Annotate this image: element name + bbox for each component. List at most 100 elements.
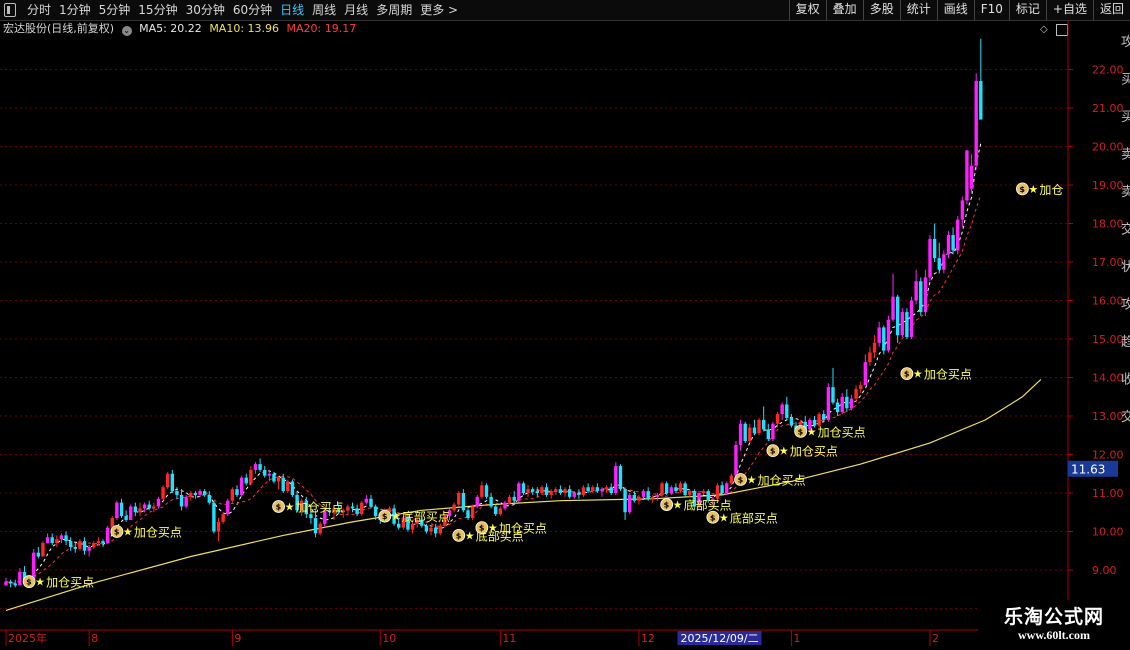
candle: [202, 489, 207, 497]
candle-body: [96, 541, 101, 544]
candle: [734, 441, 738, 478]
dollar-icon: $: [276, 502, 282, 511]
candle: [909, 296, 914, 339]
candle: [969, 154, 974, 193]
candle-body: [591, 487, 595, 492]
candle: [244, 473, 248, 486]
candle-body: [119, 502, 124, 517]
candle: [914, 269, 918, 305]
y-tick-labels: 8.009.0010.0011.0012.0013.0014.0015.0016…: [1092, 64, 1124, 616]
candle-body: [470, 506, 475, 519]
x-tick-label: 12: [641, 632, 655, 645]
y-tick-label: 20.00: [1092, 141, 1124, 154]
candle-body: [831, 387, 835, 403]
star-icon: ★: [391, 510, 401, 523]
candle: [877, 321, 881, 347]
watermark: 乐淘公式网 www.60lt.com: [978, 600, 1130, 650]
signal-label: 加仓买点: [818, 425, 866, 439]
candle-body: [895, 296, 900, 336]
candle-body: [156, 498, 161, 507]
candle-body: [373, 506, 378, 517]
candle-body: [286, 481, 290, 492]
candle: [452, 502, 456, 513]
candle-body: [45, 537, 50, 544]
candle: [96, 537, 101, 545]
candle-body: [845, 396, 849, 409]
candle-body: [189, 493, 193, 497]
candle: [544, 483, 549, 497]
candle-body: [290, 481, 295, 495]
candle: [138, 502, 142, 517]
candle-body: [276, 477, 281, 482]
candle: [318, 521, 322, 536]
x-tick-label: 8: [91, 632, 98, 645]
candle-body: [364, 498, 369, 503]
buy-signal: $ ★ 加仓买点: [734, 473, 806, 488]
x-tick-label: 2: [932, 632, 939, 645]
candle: [761, 406, 766, 432]
candle: [835, 398, 840, 416]
dollar-icon: $: [770, 447, 776, 456]
candle: [637, 494, 641, 505]
candle-body: [549, 491, 553, 495]
candle-body: [826, 387, 831, 420]
candle-body: [785, 404, 789, 418]
candle-body: [484, 485, 489, 497]
candle: [965, 150, 969, 205]
candle-body: [942, 254, 946, 270]
candle: [13, 579, 17, 588]
candle: [494, 504, 498, 517]
candle: [212, 500, 216, 534]
candle-body: [632, 494, 637, 501]
candle-body: [581, 487, 586, 495]
y-tick-label: 9.00: [1092, 564, 1117, 577]
candle: [766, 423, 770, 442]
candle-body: [526, 489, 530, 493]
candle: [785, 396, 789, 420]
candle-body: [729, 475, 734, 484]
candle-body: [674, 487, 678, 492]
candle-body: [563, 489, 567, 493]
candle: [863, 354, 868, 386]
x-axis-labels: 2025年 8 9 10 11 12 2025/12/09/二 1 2: [5, 630, 939, 646]
candle: [230, 487, 235, 503]
y-tick-label: 15.00: [1092, 333, 1124, 346]
x-tick-label: 9: [234, 632, 241, 645]
candle-body: [452, 504, 456, 511]
candle: [951, 227, 955, 255]
candle: [286, 479, 290, 493]
candle: [170, 469, 175, 493]
candle-body: [669, 487, 673, 493]
candle: [919, 277, 923, 316]
candle: [503, 500, 507, 511]
signal-label: 加仓买点: [134, 526, 182, 540]
y-tick-label: 22.00: [1092, 64, 1124, 77]
candle: [475, 494, 479, 509]
candle: [461, 489, 466, 513]
candle: [216, 518, 221, 542]
candle-body: [946, 235, 951, 255]
candle-body: [18, 571, 22, 586]
watermark-url: www.60lt.com: [1018, 628, 1090, 642]
side-label: 收: [1121, 373, 1130, 388]
candle-body: [868, 352, 872, 363]
candle-body: [410, 523, 415, 530]
x-tick-label: 2025年: [8, 631, 47, 645]
candle-body: [979, 81, 983, 120]
candle: [489, 493, 493, 509]
candle-body: [166, 473, 170, 488]
candle: [470, 504, 475, 520]
candle-body: [193, 493, 198, 495]
candle-body: [600, 489, 604, 492]
candle: [623, 487, 627, 520]
candle: [854, 385, 858, 403]
candle-body: [789, 417, 794, 426]
candle-body: [637, 496, 641, 501]
candle: [942, 250, 946, 274]
candle: [826, 383, 831, 422]
candle: [276, 475, 281, 490]
candle-body: [475, 496, 479, 507]
candle-body: [554, 489, 558, 492]
candle: [133, 502, 138, 517]
candle: [845, 389, 849, 413]
